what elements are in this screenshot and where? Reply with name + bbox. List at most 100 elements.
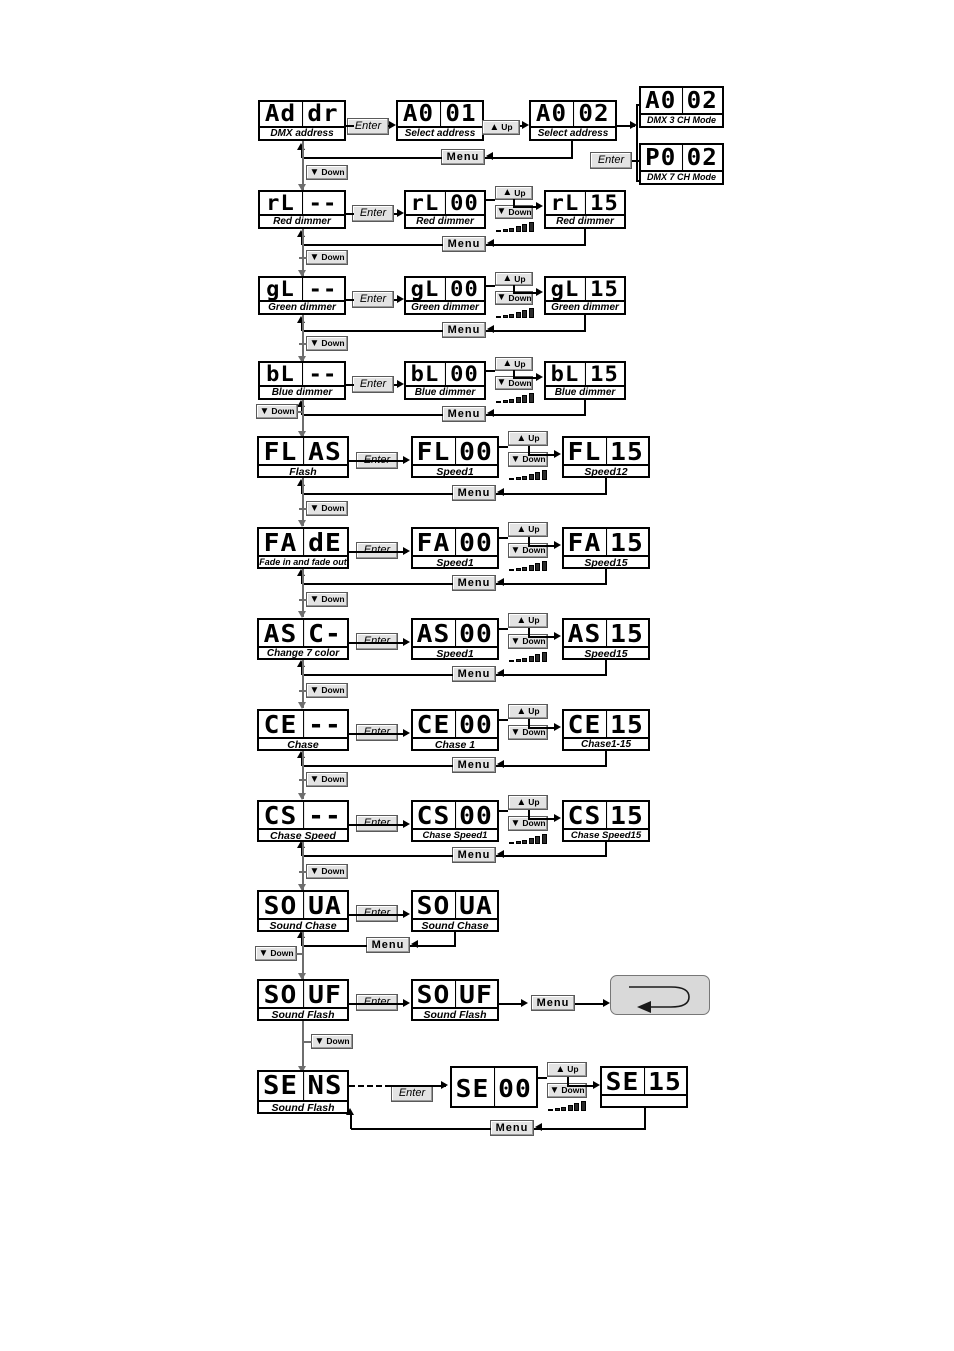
display-soua-active[interactable]: SO UA Sound Chase (411, 890, 499, 932)
menu-button-green[interactable]: Menu (442, 322, 486, 338)
down-button-addr[interactable]: ▼ Down (306, 165, 348, 180)
arrowhead (536, 373, 543, 381)
down-button-blue-next[interactable]: ▼ Down (256, 404, 298, 419)
enter-button-red[interactable]: Enter (352, 205, 394, 222)
display-fl15[interactable]: FL 15 Speed12 (562, 436, 650, 478)
up-button-addr[interactable]: ▲ Up (482, 120, 520, 135)
down-button-red-next[interactable]: ▼ Down (306, 250, 348, 265)
enter-button-addr[interactable]: Enter (347, 118, 389, 135)
display-dmx-3ch[interactable]: A0 02 DMX 3 CH Mode (639, 86, 724, 128)
display-asc-idle[interactable]: AS C- Change 7 color (257, 618, 349, 660)
display-bl-idle[interactable]: bL -- Blue dimmer (258, 361, 346, 400)
display-rl00[interactable]: rL 00 Red dimmer (404, 190, 486, 229)
enter-button-label: Enter (359, 293, 387, 305)
triangle-down-icon: ▼ (258, 947, 269, 959)
menu-button-chase[interactable]: Menu (452, 757, 496, 773)
enter-button-blue[interactable]: Enter (352, 376, 394, 393)
up-button-chase[interactable]: ▲ Up (508, 704, 548, 719)
triangle-down-icon: ▼ (309, 251, 320, 263)
display-cs00[interactable]: CS 00 Chase Speed1 (411, 800, 499, 842)
display-dmx-7ch-digits: P0 (641, 145, 683, 170)
display-souf-active[interactable]: SO UF Sound Flash (411, 979, 499, 1021)
triangle-down-icon: ▼ (510, 726, 521, 738)
up-button-sens[interactable]: ▲ Up (547, 1062, 587, 1077)
display-se00[interactable]: SE 00 (450, 1066, 538, 1108)
display-fl00-digits: FL (413, 438, 457, 464)
up-button-label: Up (528, 433, 540, 444)
up-button-red[interactable]: ▲ Up (495, 186, 533, 200)
down-button-chase-speed-next[interactable]: ▼ Down (306, 864, 348, 879)
display-gl-idle[interactable]: gL -- Green dimmer (258, 276, 346, 315)
menu-button-fade[interactable]: Menu (452, 575, 496, 591)
menu-button-chase-speed[interactable]: Menu (452, 847, 496, 863)
display-fa15[interactable]: FA 15 Speed15 (562, 527, 650, 569)
display-gl15[interactable]: gL 15 Green dimmer (544, 276, 626, 315)
enter-button-dmx-mode[interactable]: Enter (590, 152, 632, 169)
display-fl00-caption: Speed1 (413, 464, 497, 480)
up-button-green[interactable]: ▲ Up (495, 272, 533, 286)
down-button-flash-next[interactable]: ▼ Down (306, 501, 348, 516)
display-bl00[interactable]: bL 00 Blue dimmer (404, 361, 486, 400)
down-button-asc-next[interactable]: ▼ Down (306, 683, 348, 698)
display-dmx-7ch[interactable]: P0 02 DMX 7 CH Mode (639, 143, 724, 185)
display-fade-idle[interactable]: FA dE Fade in and fade out (257, 527, 349, 569)
down-button-sound-flash-next[interactable]: ▼ Down (311, 1034, 353, 1049)
display-chase-idle[interactable]: CE -- Chase (257, 709, 349, 751)
display-souf-idle[interactable]: SO UF Sound Flash (257, 979, 349, 1021)
display-asc-idle-caption: Change 7 color (259, 646, 347, 661)
display-a002[interactable]: A0 02 Select address (529, 100, 617, 141)
down-button-green-next[interactable]: ▼ Down (306, 336, 348, 351)
display-fl00[interactable]: FL 00 Speed1 (411, 436, 499, 478)
display-fa00[interactable]: FA 00 Speed1 (411, 527, 499, 569)
display-sens-idle[interactable]: SE NS Sound Flash (257, 1070, 349, 1114)
connector (302, 229, 304, 276)
menu-button-blue[interactable]: Menu (442, 406, 486, 422)
up-button-label: Up (528, 524, 540, 535)
connector (302, 315, 304, 362)
enter-button-green[interactable]: Enter (352, 291, 394, 308)
display-addr[interactable]: Ad dr DMX address (258, 100, 346, 141)
up-button-blue[interactable]: ▲ Up (495, 357, 533, 371)
display-chase-speed-idle[interactable]: CS -- Chase Speed (257, 800, 349, 842)
loop-return-arrow-icon (629, 986, 690, 1013)
menu-button-sens[interactable]: Menu (490, 1120, 534, 1136)
display-gl15-digits: 15 (590, 278, 619, 300)
up-button-label: Up (514, 273, 526, 284)
display-as00[interactable]: AS 00 Speed1 (411, 618, 499, 660)
menu-button-addr[interactable]: Menu (441, 149, 485, 165)
display-ce15[interactable]: CE 15 Chase1-15 (562, 709, 650, 751)
up-button-chase-speed[interactable]: ▲ Up (508, 795, 548, 810)
menu-button-flash[interactable]: Menu (452, 485, 496, 501)
up-button-asc[interactable]: ▲ Up (508, 613, 548, 628)
enter-button-sens[interactable]: Enter (391, 1085, 433, 1102)
display-soua-active-digits: UA (459, 892, 493, 918)
display-a001[interactable]: A0 01 Select address (396, 100, 484, 141)
up-button-flash[interactable]: ▲ Up (508, 431, 548, 446)
arrowhead (297, 841, 305, 848)
display-gl00[interactable]: gL 00 Green dimmer (404, 276, 486, 315)
down-button-fade-next[interactable]: ▼ Down (306, 592, 348, 607)
display-soua-idle[interactable]: SO UA Sound Chase (257, 890, 349, 932)
display-se15[interactable]: SE 15 (600, 1066, 688, 1108)
triangle-up-icon: ▲ (502, 187, 513, 198)
connector (299, 508, 307, 510)
down-button-chase-next[interactable]: ▼ Down (306, 772, 348, 787)
up-button-fade[interactable]: ▲ Up (508, 522, 548, 537)
menu-button-asc[interactable]: Menu (452, 666, 496, 682)
display-gl00-caption: Green dimmer (406, 300, 484, 315)
display-flash-idle[interactable]: FL AS Flash (257, 436, 349, 478)
menu-button-sound-chase[interactable]: Menu (366, 937, 410, 953)
display-ce00[interactable]: CE 00 Chase 1 (411, 709, 499, 751)
menu-button-sound-flash[interactable]: Menu (531, 995, 575, 1011)
down-button-sound-chase-next[interactable]: ▼ Down (255, 946, 297, 961)
display-as15[interactable]: AS 15 Speed15 (562, 618, 650, 660)
display-rl-idle[interactable]: rL -- Red dimmer (258, 190, 346, 229)
display-bl15[interactable]: bL 15 Blue dimmer (544, 361, 626, 400)
display-rl15[interactable]: rL 15 Red dimmer (544, 190, 626, 229)
connector (486, 199, 495, 201)
menu-button-red[interactable]: Menu (442, 236, 486, 252)
level-bargraph-sens (548, 1101, 586, 1111)
arrowhead (346, 1108, 354, 1115)
display-bl-idle-caption: Blue dimmer (260, 385, 344, 400)
display-cs15[interactable]: CS 15 Chase Speed15 (562, 800, 650, 842)
